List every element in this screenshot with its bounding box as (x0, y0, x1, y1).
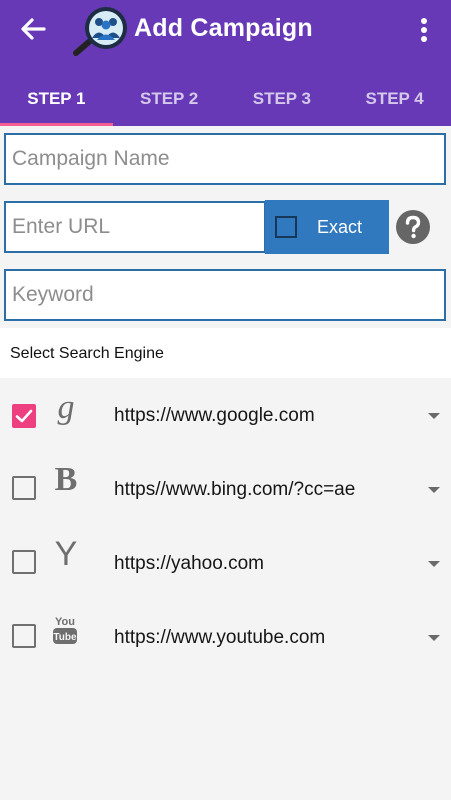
help-circle-icon[interactable] (395, 209, 431, 245)
magnifier-users-logo (73, 7, 127, 56)
youtube-url: https://www.youtube.com (114, 627, 326, 648)
bing-icon: B (54, 461, 78, 498)
url-input[interactable] (12, 203, 264, 251)
google-checkbox[interactable] (12, 404, 36, 428)
more-vert-icon[interactable] (414, 14, 434, 46)
keyword-input[interactable] (12, 271, 444, 319)
engine-row-bing: B https//www.bing.com/?cc=ae (0, 452, 451, 524)
exact-label: Exact (317, 216, 363, 237)
app-bar: Add Campaign STEP 1 STEP 2 STEP 3 STEP 4 (0, 0, 451, 126)
google-icon: g (57, 389, 75, 426)
keyword-field (4, 269, 446, 321)
chevron-down-icon[interactable] (428, 487, 440, 493)
bing-url: https//www.bing.com/?cc=ae (114, 479, 356, 500)
arrow-back-icon[interactable] (18, 14, 48, 44)
yahoo-checkbox[interactable] (12, 550, 36, 574)
yahoo-icon: Y (54, 534, 78, 573)
svg-text:You: You (55, 616, 75, 628)
chevron-down-icon[interactable] (428, 561, 440, 567)
campaign-name-field (4, 133, 446, 185)
google-url: https://www.google.com (114, 405, 315, 426)
chevron-down-icon[interactable] (428, 413, 440, 419)
engine-row-youtube: You Tube https://www.youtube.com (0, 600, 451, 672)
tab-step-3[interactable]: STEP 3 (226, 72, 339, 126)
yahoo-url: https://yahoo.com (114, 553, 264, 574)
bing-checkbox[interactable] (12, 476, 36, 500)
tab-step-2[interactable]: STEP 2 (113, 72, 226, 126)
exact-checkbox[interactable] (275, 216, 297, 238)
chevron-down-icon[interactable] (428, 635, 440, 641)
youtube-checkbox[interactable] (12, 624, 36, 648)
check-icon (15, 409, 33, 423)
campaign-name-input[interactable] (12, 135, 444, 183)
page-title: Add Campaign (134, 14, 313, 42)
tab-step-1[interactable]: STEP 1 (0, 72, 113, 126)
url-field (4, 201, 266, 253)
exact-toggle-button[interactable]: Exact (265, 200, 389, 254)
step-tabs: STEP 1 STEP 2 STEP 3 STEP 4 (0, 72, 451, 126)
engine-row-google: g https://www.google.com (0, 378, 451, 450)
youtube-icon: You Tube (50, 610, 80, 650)
search-engine-title: Select Search Engine (10, 345, 164, 362)
engine-row-yahoo: Y https://yahoo.com (0, 526, 451, 598)
search-engine-header: Select Search Engine (0, 328, 451, 378)
svg-text:Tube: Tube (53, 632, 77, 643)
tab-step-4[interactable]: STEP 4 (338, 72, 451, 126)
youtube-logo: You Tube (53, 616, 77, 644)
